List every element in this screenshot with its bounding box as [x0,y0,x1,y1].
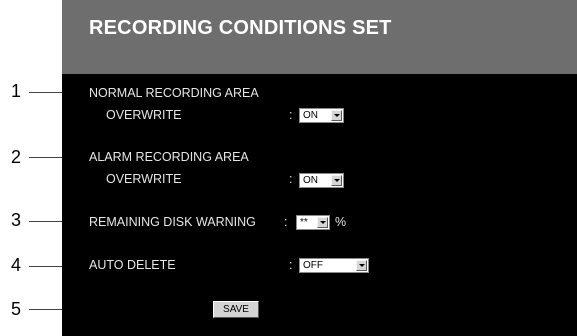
remaining-disk-warning-value: ** [300,217,308,228]
callout-5: 5 [11,299,22,319]
save-button[interactable]: SAVE [213,301,259,318]
callout-4: 4 [11,255,22,275]
auto-delete-label: AUTO DELETE [89,258,176,272]
chevron-down-icon[interactable] [356,260,367,271]
chevron-down-icon[interactable] [331,175,342,186]
normal-recording-area-label: NORMAL RECORDING AREA [89,86,259,100]
remaining-disk-warning-label: REMAINING DISK WARNING [89,215,256,229]
header-bar: RECORDING CONDITIONS SET [62,0,577,74]
callout-1: 1 [11,81,22,101]
alarm-overwrite-colon: : [289,172,293,186]
normal-overwrite-value: ON [303,110,318,121]
alarm-overwrite-label: OVERWRITE [106,172,182,186]
alarm-overwrite-value: ON [303,175,318,186]
callout-3: 3 [11,210,22,230]
settings-panel: RECORDING CONDITIONS SET NORMAL RECORDIN… [62,0,577,336]
normal-overwrite-label: OVERWRITE [106,108,182,122]
alarm-overwrite-select[interactable]: ON [299,173,344,188]
auto-delete-select[interactable]: OFF [299,258,369,273]
chevron-down-icon[interactable] [317,217,328,228]
remaining-disk-warning-select[interactable]: ** [296,215,330,230]
callout-2: 2 [11,147,22,167]
auto-delete-colon: : [289,258,293,272]
normal-overwrite-colon: : [289,108,293,122]
alarm-recording-area-label: ALARM RECORDING AREA [89,150,249,164]
chevron-down-icon[interactable] [331,110,342,121]
auto-delete-value: OFF [303,260,323,271]
percent-unit: % [335,215,347,229]
remaining-disk-warning-colon: : [284,215,288,229]
normal-overwrite-select[interactable]: ON [299,108,344,123]
page-title: RECORDING CONDITIONS SET [89,17,392,39]
